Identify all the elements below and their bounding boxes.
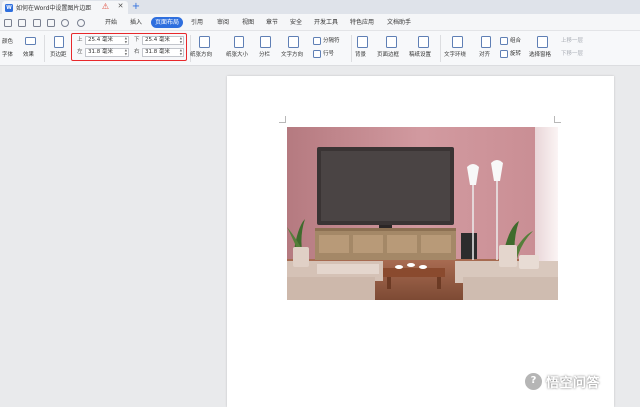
margin-highlight-box — [71, 33, 187, 61]
theme-color-button[interactable]: 颜色 — [2, 39, 13, 46]
rotate-icon[interactable] — [500, 50, 508, 58]
inserted-picture[interactable] — [287, 127, 558, 300]
tab-insert[interactable]: 插入 — [126, 17, 146, 28]
theme-icon[interactable] — [25, 37, 36, 45]
tab-view[interactable]: 视图 — [238, 17, 258, 28]
watermark: ? 悟空问答 — [524, 370, 600, 392]
rotate-button[interactable]: 旋转 — [510, 51, 521, 58]
theme-effect-button[interactable]: 效果 — [23, 52, 34, 59]
warning-icon[interactable]: ⚠ — [101, 2, 110, 11]
page-border-icon[interactable] — [386, 36, 397, 48]
page-border-button[interactable]: 页面边框 — [377, 52, 399, 59]
draft-paper-icon[interactable] — [418, 36, 429, 48]
page-margin-button[interactable]: 页边距 — [50, 52, 67, 59]
background-button[interactable]: 背景 — [355, 52, 366, 59]
separator-icon[interactable] — [313, 37, 321, 45]
watermark-text: 悟空问答 — [546, 375, 601, 391]
new-tab-icon[interactable]: + — [131, 1, 141, 12]
tab-review[interactable]: 审阅 — [213, 17, 233, 28]
close-icon[interactable]: ✕ — [116, 2, 125, 11]
undo-icon[interactable] — [61, 19, 69, 27]
living-room-image — [287, 127, 558, 300]
line-number-button[interactable]: 行号 — [323, 51, 334, 58]
menu-icon[interactable] — [4, 19, 12, 27]
save-icon[interactable] — [18, 19, 26, 27]
menu-bar: 开始 插入 页面布局 引用 审阅 视图 章节 安全 开发工具 特色应用 文档助手 — [0, 14, 640, 31]
tab-doc-assistant[interactable]: 文档助手 — [383, 17, 415, 28]
theme-font-button[interactable]: 字体 — [2, 52, 13, 59]
group-button[interactable]: 组合 — [510, 38, 521, 45]
paper-size-icon[interactable] — [234, 36, 244, 48]
wps-writer-icon: W — [5, 3, 13, 12]
tab-references[interactable]: 引用 — [187, 17, 207, 28]
text-wrap-icon[interactable] — [452, 36, 463, 48]
text-direction-icon[interactable] — [288, 36, 299, 48]
print-icon[interactable] — [33, 19, 41, 27]
tab-page-layout[interactable]: 页面布局 — [151, 17, 184, 28]
send-backward-button[interactable]: 下移一层 — [561, 51, 583, 58]
selection-pane-button[interactable]: 选择窗格 — [529, 52, 551, 59]
ribbon-separator — [351, 35, 352, 62]
bring-forward-button[interactable]: 上移一层 — [561, 38, 583, 45]
columns-button[interactable]: 分栏 — [259, 52, 270, 59]
separator-button[interactable]: 分隔符 — [323, 38, 340, 45]
tab-security[interactable]: 安全 — [286, 17, 306, 28]
paper-size-button[interactable]: 纸张大小 — [226, 52, 248, 59]
group-icon[interactable] — [500, 37, 508, 45]
margin-corner-marker — [279, 116, 286, 123]
selection-pane-icon[interactable] — [537, 36, 548, 48]
page-margin-icon[interactable] — [54, 36, 64, 48]
redo-icon[interactable] — [77, 19, 85, 27]
tab-sections[interactable]: 章节 — [262, 17, 282, 28]
tab-special-apps[interactable]: 特色应用 — [346, 17, 378, 28]
ribbon-separator — [440, 35, 441, 62]
tab-home[interactable]: 开始 — [101, 17, 121, 28]
align-icon[interactable] — [481, 36, 491, 48]
draft-setting-button[interactable]: 稿纸设置 — [409, 52, 431, 59]
orientation-button[interactable]: 纸张方向 — [190, 52, 212, 59]
text-direction-button[interactable]: 文字方向 — [281, 52, 303, 59]
align-button[interactable]: 对齐 — [479, 52, 490, 59]
wukong-logo-icon: ? — [524, 371, 543, 391]
line-number-icon[interactable] — [313, 50, 321, 58]
orientation-icon[interactable] — [199, 36, 210, 48]
margin-corner-marker — [554, 116, 561, 123]
preview-icon[interactable] — [47, 19, 55, 27]
text-wrap-button[interactable]: 文字环绕 — [444, 52, 466, 59]
tab-developer[interactable]: 开发工具 — [310, 17, 342, 28]
columns-icon[interactable] — [260, 36, 271, 48]
ribbon-separator — [44, 35, 45, 62]
background-icon[interactable] — [357, 36, 368, 48]
document-title: 如何在Word中设置图片边距 — [16, 5, 92, 12]
title-bar: W 如何在Word中设置图片边距 ⚠ ✕ + — [0, 0, 640, 14]
